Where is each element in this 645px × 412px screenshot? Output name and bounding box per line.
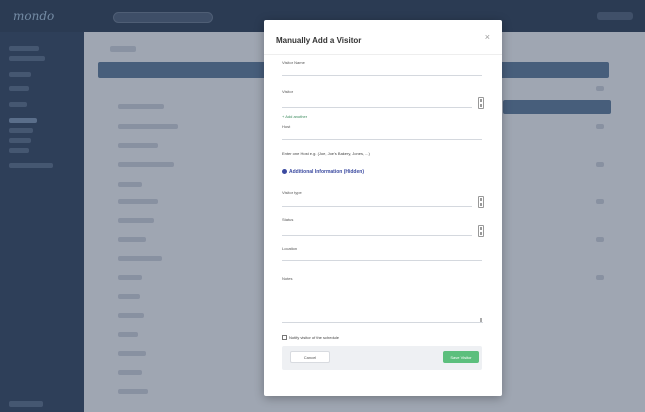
dialog-title: Manually Add a Visitor: [276, 36, 362, 45]
status-label: Status: [282, 217, 294, 222]
location-input[interactable]: [282, 249, 482, 261]
resize-handle-icon[interactable]: [480, 318, 482, 322]
additional-info-label: Additional Information (Hidden): [289, 169, 364, 175]
notify-checkbox-label: Notify visitor of the schedule: [289, 335, 340, 340]
visitor-label: Visitor: [282, 89, 294, 94]
visitor-type-stepper[interactable]: [478, 196, 484, 208]
visitor-input[interactable]: [282, 96, 472, 108]
notes-textarea[interactable]: [282, 281, 483, 323]
add-another-link[interactable]: + Add another: [282, 114, 307, 119]
close-icon[interactable]: ×: [485, 32, 490, 42]
status-select[interactable]: [282, 224, 472, 236]
cancel-button[interactable]: Cancel: [290, 351, 330, 363]
host-input[interactable]: [282, 128, 482, 140]
additional-info-toggle[interactable]: Additional Information (Hidden): [282, 169, 364, 175]
save-visitor-button[interactable]: Save Visitor: [443, 351, 479, 363]
host-hint: Enter one Host e.g. (Joe, Joe's Bakery, …: [282, 151, 370, 156]
notify-checkbox[interactable]: Notify visitor of the schedule: [282, 335, 339, 340]
checkbox-icon[interactable]: [282, 335, 287, 340]
collapse-icon: [282, 169, 287, 174]
add-visitor-dialog: Manually Add a Visitor × Visitor Name Vi…: [264, 20, 502, 396]
visitor-stepper[interactable]: [478, 97, 484, 109]
visitor-type-select[interactable]: [282, 195, 472, 207]
status-stepper[interactable]: [478, 225, 484, 237]
divider: [264, 54, 502, 55]
visitor-name-input[interactable]: [282, 64, 482, 76]
